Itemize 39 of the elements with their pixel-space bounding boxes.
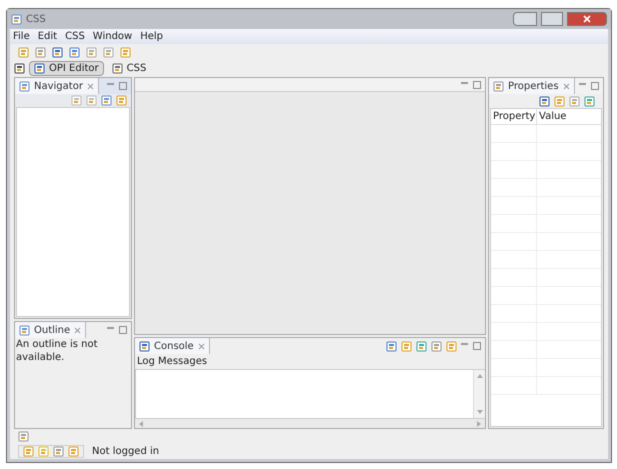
horizontal-scrollbar[interactable] — [135, 418, 485, 428]
column-header[interactable]: Property — [491, 109, 537, 124]
scroll-up-icon[interactable] — [476, 374, 482, 378]
close-icon[interactable] — [74, 326, 82, 334]
view-tab[interactable]: Navigator — [15, 78, 99, 94]
perspective-tab[interactable]: CSS — [108, 61, 150, 76]
menu-item[interactable]: Help — [140, 29, 164, 44]
view-tab[interactable]: Console — [135, 338, 210, 354]
perspective-tab[interactable]: OPI Editor — [29, 61, 104, 76]
login-status: Not logged in — [92, 445, 160, 459]
maximize-icon[interactable] — [119, 326, 127, 334]
scroll-down-icon[interactable] — [476, 410, 482, 414]
scrollbar[interactable] — [473, 370, 485, 418]
close-icon — [583, 15, 591, 23]
view-tab[interactable]: Outline — [15, 322, 86, 338]
close-icon[interactable] — [562, 82, 570, 90]
close-icon[interactable] — [198, 342, 205, 350]
outline-message: An outline is not available. — [15, 338, 99, 364]
view-title: Outline — [34, 324, 70, 338]
column-header[interactable]: Value — [537, 109, 601, 124]
scroll-left-icon[interactable] — [139, 420, 143, 426]
maximize-icon[interactable] — [473, 342, 481, 350]
view-tab[interactable]: Properties — [489, 78, 575, 94]
minimize-button[interactable] — [513, 12, 537, 26]
menu-item[interactable]: File — [13, 29, 30, 44]
maximize-icon[interactable] — [473, 80, 481, 88]
view-title: Console — [154, 340, 194, 354]
maximize-icon[interactable] — [119, 82, 127, 90]
window-title: CSS — [26, 12, 46, 26]
menu-item[interactable]: Window — [92, 29, 132, 44]
maximize-icon[interactable] — [591, 82, 599, 90]
scroll-right-icon[interactable] — [477, 420, 481, 426]
menu-item[interactable]: Edit — [38, 29, 58, 44]
close-icon[interactable] — [86, 82, 94, 90]
view-title: Properties — [508, 80, 559, 94]
maximize-button[interactable] — [541, 12, 563, 26]
close-button[interactable] — [567, 12, 607, 26]
menu-item[interactable]: CSS — [65, 29, 85, 44]
view-title: Navigator — [34, 80, 83, 94]
